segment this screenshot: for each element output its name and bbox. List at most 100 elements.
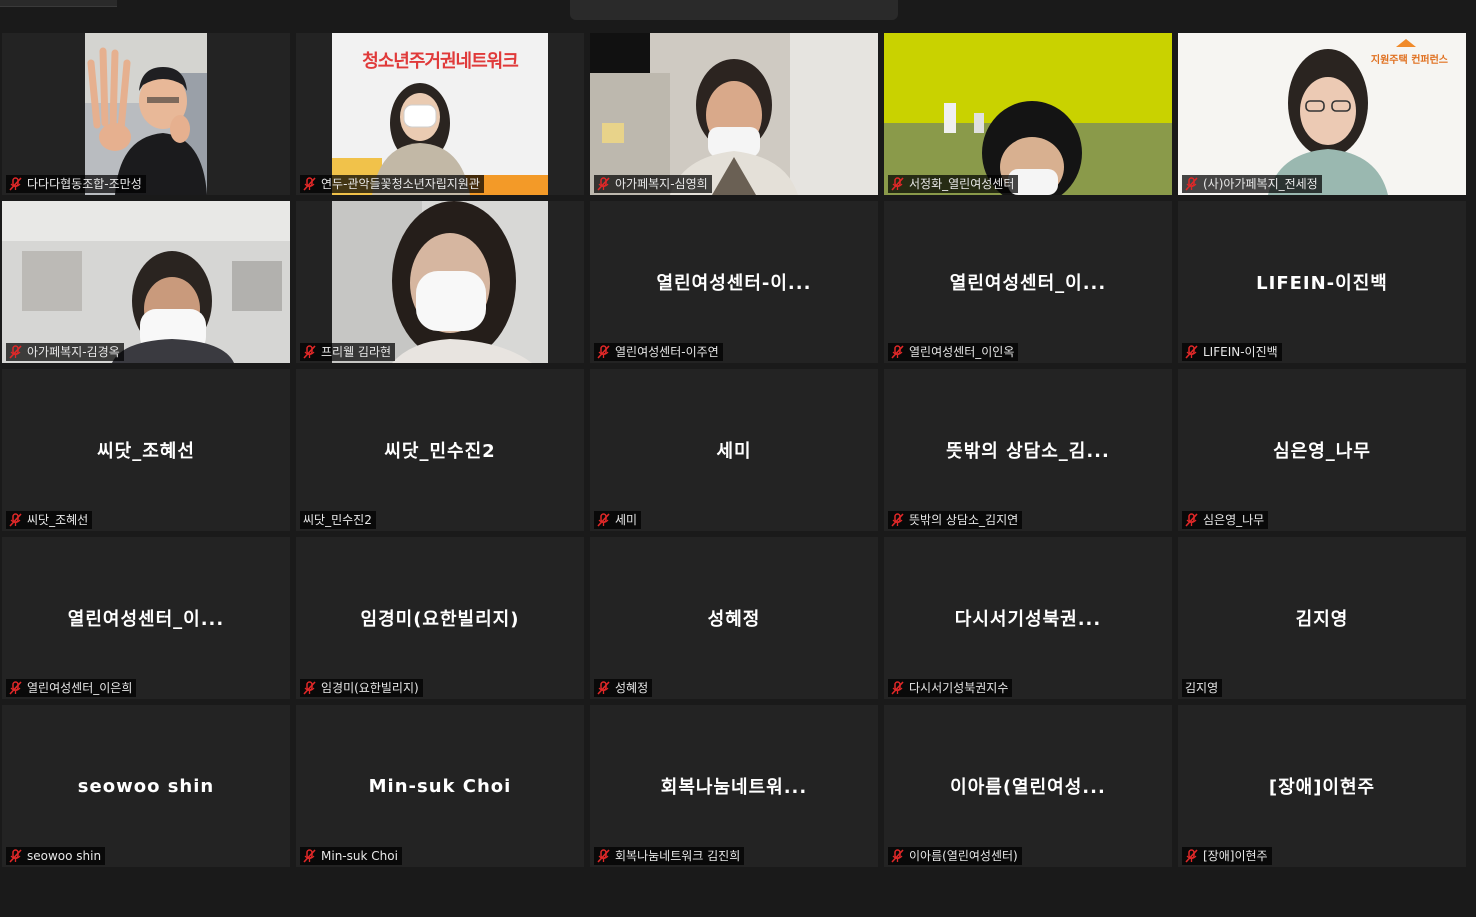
participant-name: 임경미(요한빌리지) bbox=[321, 681, 419, 695]
participant-tile[interactable]: LIFEIN-이진백 LIFEIN-이진백 bbox=[1178, 201, 1466, 363]
mic-muted-icon bbox=[1185, 177, 1198, 191]
mic-muted-icon bbox=[9, 513, 22, 527]
participant-name-label: 심은영_나무 bbox=[1182, 511, 1269, 529]
participant-tile[interactable]: 씨닷_민수진2 씨닷_민수진2 bbox=[296, 369, 584, 531]
meeting-title-bar bbox=[570, 0, 898, 20]
participant-name: 다다다협동조합-조만성 bbox=[27, 177, 142, 191]
participant-display-name: 열린여성센터-이... bbox=[656, 273, 812, 294]
participant-display-name: 회복나눔네트워... bbox=[660, 777, 808, 798]
participant-tile[interactable]: 임경미(요한빌리지) 임경미(요한빌리지) bbox=[296, 537, 584, 699]
mic-muted-icon bbox=[597, 345, 610, 359]
participant-name-label: 씨닷_민수진2 bbox=[300, 511, 376, 529]
participant-name: (사)아가페복지_전세정 bbox=[1203, 177, 1318, 191]
participant-name: 열린여성센터_이은희 bbox=[27, 681, 133, 695]
participant-name-label: 열린여성센터_이은희 bbox=[6, 679, 137, 697]
participant-name-label: 다다다협동조합-조만성 bbox=[6, 175, 146, 193]
participant-name: 아가페복지-심영희 bbox=[615, 177, 708, 191]
participant-display-name: seowoo shin bbox=[77, 775, 215, 797]
participant-tile[interactable]: Min-suk Choi Min-suk Choi bbox=[296, 705, 584, 867]
participant-name-label: 열린여성센터_이인옥 bbox=[888, 343, 1019, 361]
participant-name-label: 서정화_열린여성센터 bbox=[888, 175, 1019, 193]
participant-tile[interactable]: 회복나눔네트워... 회복나눔네트워크 김진희 bbox=[590, 705, 878, 867]
participant-display-name: 이아름(열린여성... bbox=[950, 777, 1106, 798]
participant-tile[interactable]: 세미 세미 bbox=[590, 369, 878, 531]
participant-tile[interactable]: 열린여성센터_이... 열린여성센터_이인옥 bbox=[884, 201, 1172, 363]
participant-tile[interactable]: 김지영 김지영 bbox=[1178, 537, 1466, 699]
participant-display-name: Min-suk Choi bbox=[368, 775, 512, 797]
participant-tile[interactable]: seowoo shin seowoo shin bbox=[2, 705, 290, 867]
mic-muted-icon bbox=[1185, 345, 1198, 359]
participant-tile[interactable]: 아가페복지-김경옥 bbox=[2, 201, 290, 363]
participant-tile[interactable]: 아가페복지-심영희 bbox=[590, 33, 878, 195]
participant-display-name: [장애]이현주 bbox=[1268, 777, 1376, 798]
participant-name: 연두-관악들꽃청소년자립지원관 bbox=[321, 177, 480, 191]
mic-muted-icon bbox=[597, 681, 610, 695]
participant-name: 서정화_열린여성센터 bbox=[909, 177, 1015, 191]
participant-tile[interactable]: 지원주택 컨퍼런스 (사)아가페복지_전세정 bbox=[1178, 33, 1466, 195]
participant-name-label: 이아름(열린여성센터) bbox=[888, 847, 1022, 865]
mic-muted-icon bbox=[1185, 513, 1198, 527]
participant-name-label: 열린여성센터-이주연 bbox=[594, 343, 723, 361]
participant-tile[interactable]: 청소년주거권네트워크 연두-관악들꽃청소년자립지원관 bbox=[296, 33, 584, 195]
participant-video bbox=[85, 33, 207, 195]
participant-name-label: seowoo shin bbox=[6, 847, 106, 865]
mic-muted-icon bbox=[891, 345, 904, 359]
participant-tile[interactable]: 다시서기성북권... 다시서기성북권지수 bbox=[884, 537, 1172, 699]
mic-muted-icon bbox=[303, 177, 316, 191]
participant-display-name: 김지영 bbox=[1295, 609, 1349, 630]
mic-muted-icon bbox=[303, 849, 316, 863]
mic-muted-icon bbox=[597, 849, 610, 863]
participant-name-label: 임경미(요한빌리지) bbox=[300, 679, 423, 697]
participant-display-name: 뜻밖의 상담소_김... bbox=[946, 441, 1110, 462]
participant-display-name: 임경미(요한빌리지) bbox=[360, 609, 520, 630]
participant-name-label: 다시서기성북권지수 bbox=[888, 679, 1013, 697]
participant-name: 이아름(열린여성센터) bbox=[909, 849, 1018, 863]
participant-display-name: 심은영_나무 bbox=[1273, 441, 1371, 462]
participant-name-label: 뜻밖의 상담소_김지연 bbox=[888, 511, 1023, 529]
mic-muted-icon bbox=[597, 177, 610, 191]
participant-tile[interactable]: 다다다협동조합-조만성 bbox=[2, 33, 290, 195]
participant-tile[interactable]: 프리웰 김라현 bbox=[296, 201, 584, 363]
participant-tile[interactable]: 서정화_열린여성센터 bbox=[884, 33, 1172, 195]
participant-display-name: LIFEIN-이진백 bbox=[1256, 273, 1388, 294]
participant-name-label: Min-suk Choi bbox=[300, 847, 402, 865]
mic-muted-icon bbox=[597, 513, 610, 527]
participant-display-name: 열린여성센터_이... bbox=[949, 273, 1107, 294]
participant-name-label: 성혜정 bbox=[594, 679, 653, 697]
mic-muted-icon bbox=[303, 681, 316, 695]
participant-name: 성혜정 bbox=[615, 681, 649, 695]
participant-name-label: (사)아가페복지_전세정 bbox=[1182, 175, 1322, 193]
participant-display-name: 씨닷_조혜선 bbox=[97, 441, 195, 462]
participant-display-name: 씨닷_민수진2 bbox=[384, 441, 496, 462]
participant-name: Min-suk Choi bbox=[321, 849, 398, 863]
participant-display-name: 다시서기성북권... bbox=[954, 609, 1102, 630]
banner-text: 청소년주거권네트워크 bbox=[362, 51, 519, 72]
participant-tile[interactable]: 뜻밖의 상담소_김... 뜻밖의 상담소_김지연 bbox=[884, 369, 1172, 531]
participant-name: 뜻밖의 상담소_김지연 bbox=[909, 513, 1019, 527]
participant-tile[interactable]: 성혜정 성혜정 bbox=[590, 537, 878, 699]
mic-muted-icon bbox=[891, 177, 904, 191]
participant-name: LIFEIN-이진백 bbox=[1203, 345, 1278, 359]
participant-name: 씨닷_조혜선 bbox=[27, 513, 89, 527]
participant-name: 아가페복지-김경옥 bbox=[27, 345, 120, 359]
mic-muted-icon bbox=[9, 345, 22, 359]
participant-name: seowoo shin bbox=[27, 849, 102, 863]
participant-tile[interactable]: 열린여성센터_이... 열린여성센터_이은희 bbox=[2, 537, 290, 699]
participant-video bbox=[590, 33, 878, 195]
participant-name-label: 연두-관악들꽃청소년자립지원관 bbox=[300, 175, 484, 193]
participant-name: 씨닷_민수진2 bbox=[303, 513, 372, 527]
mic-muted-icon bbox=[9, 849, 22, 863]
participant-name: 프리웰 김라현 bbox=[321, 345, 392, 359]
participant-tile[interactable]: 열린여성센터-이... 열린여성센터-이주연 bbox=[590, 201, 878, 363]
participant-display-name: 성혜정 bbox=[707, 609, 761, 630]
mic-muted-icon bbox=[9, 177, 22, 191]
participant-name: 심은영_나무 bbox=[1203, 513, 1265, 527]
participant-display-name: 세미 bbox=[716, 441, 752, 462]
participant-tile[interactable]: 심은영_나무 심은영_나무 bbox=[1178, 369, 1466, 531]
participant-video bbox=[332, 201, 548, 363]
participant-name-label: 씨닷_조혜선 bbox=[6, 511, 93, 529]
participant-tile[interactable]: [장애]이현주 [장애]이현주 bbox=[1178, 705, 1466, 867]
participant-name: 김지영 bbox=[1185, 681, 1219, 695]
participant-tile[interactable]: 이아름(열린여성... 이아름(열린여성센터) bbox=[884, 705, 1172, 867]
participant-tile[interactable]: 씨닷_조혜선 씨닷_조혜선 bbox=[2, 369, 290, 531]
